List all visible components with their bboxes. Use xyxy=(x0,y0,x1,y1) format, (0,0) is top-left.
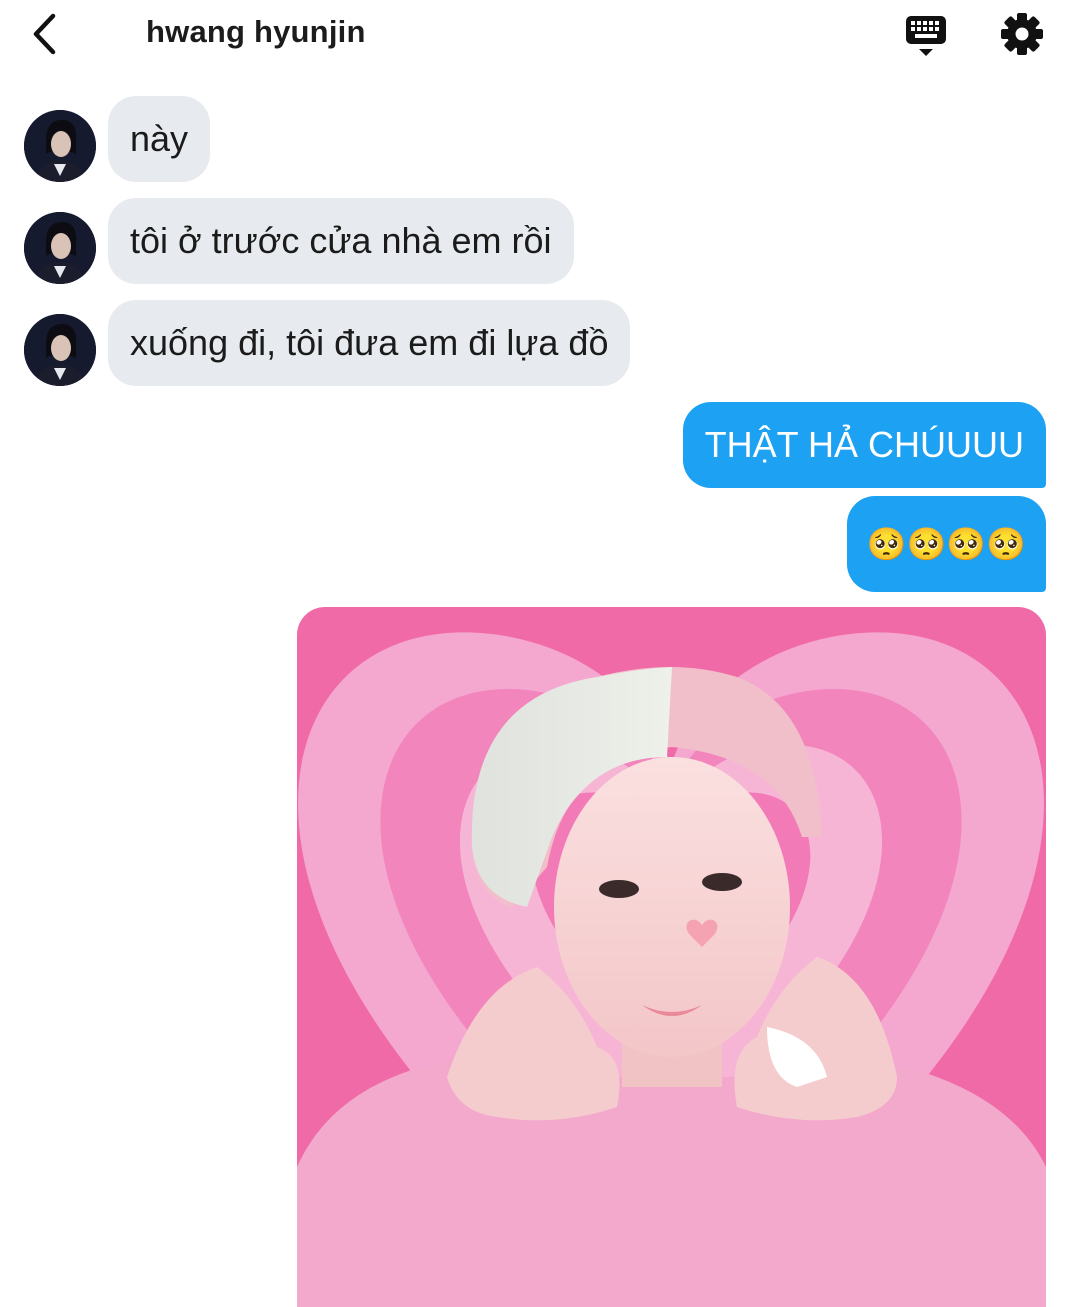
keyboard-toggle-button[interactable] xyxy=(900,12,952,58)
message-bubble-incoming[interactable]: này xyxy=(108,96,211,182)
chevron-left-icon xyxy=(33,13,56,55)
avatar-image xyxy=(24,110,96,182)
message-bubble-outgoing[interactable]: THẬT HẢ CHÚUUU xyxy=(682,402,1046,488)
avatar-image xyxy=(24,212,96,284)
keyboard-icon xyxy=(906,16,946,56)
avatar[interactable] xyxy=(24,212,96,284)
person-photo xyxy=(297,607,1046,1307)
avatar[interactable] xyxy=(24,110,96,182)
avatar-image xyxy=(24,314,96,386)
conversation-header: hwang hyunjin xyxy=(0,0,1070,74)
settings-button[interactable] xyxy=(998,10,1046,58)
message-image-outgoing[interactable] xyxy=(297,607,1046,1307)
message-bubble-incoming[interactable]: tôi ở trước cửa nhà em rồi xyxy=(108,198,574,284)
back-button[interactable] xyxy=(22,10,66,58)
avatar[interactable] xyxy=(24,314,96,386)
dm-conversation-screen: hwang hyunjin này tôi ở trước cửa nhà em… xyxy=(0,0,1070,1307)
message-bubble-outgoing-emoji[interactable]: 🥺🥺🥺🥺 xyxy=(846,496,1046,592)
conversation-title[interactable]: hwang hyunjin xyxy=(146,14,366,50)
message-bubble-incoming[interactable]: xuống đi, tôi đưa em đi lựa đồ xyxy=(108,300,631,386)
gear-icon xyxy=(1001,13,1043,55)
